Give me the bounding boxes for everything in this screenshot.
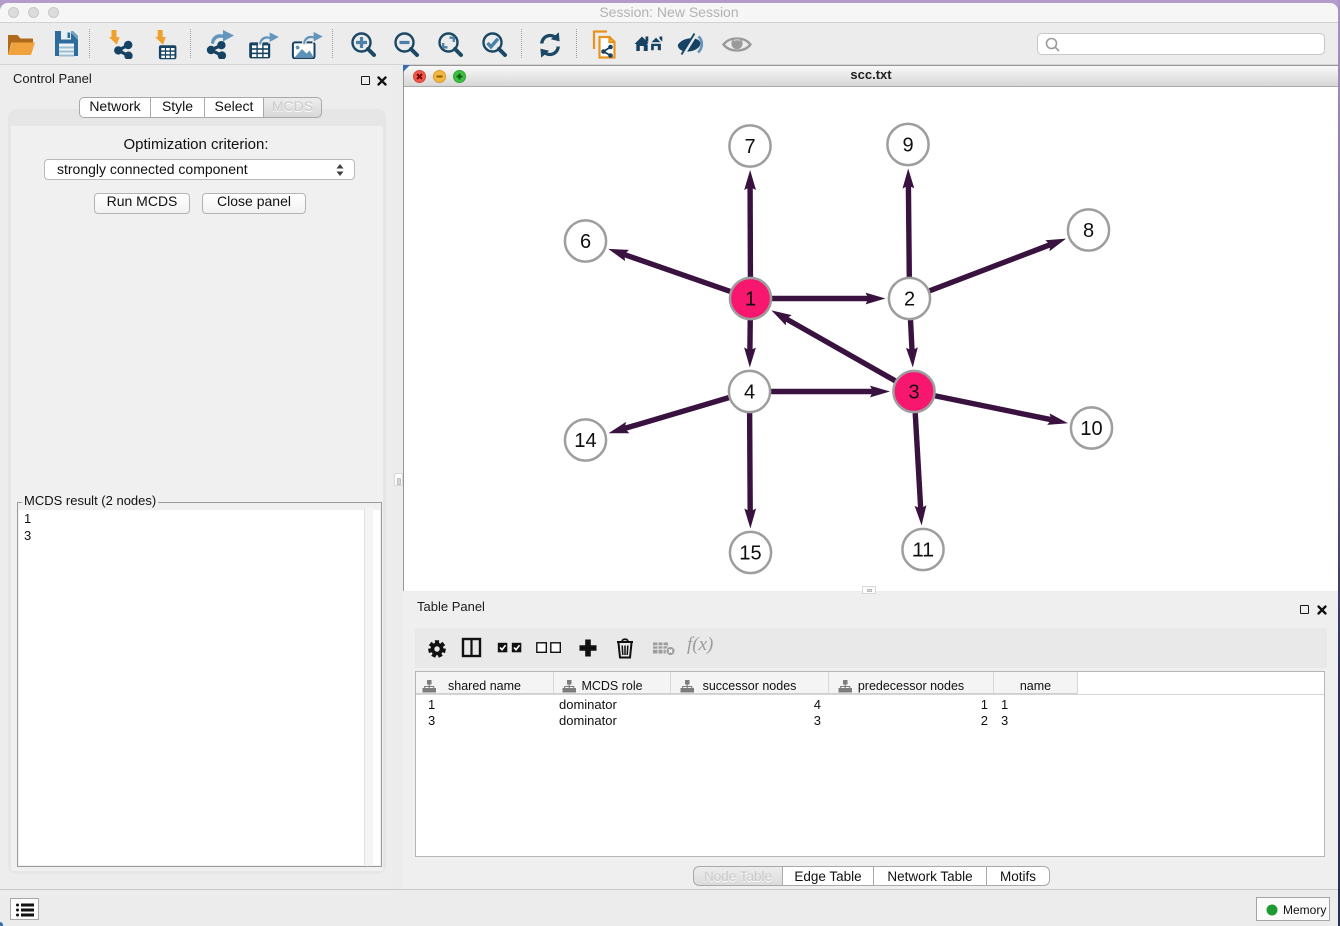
svg-text:7: 7 (744, 136, 755, 158)
svg-text:14: 14 (574, 430, 596, 452)
svg-text:8: 8 (1083, 220, 1094, 242)
svg-text:2: 2 (904, 289, 915, 311)
svg-text:11: 11 (913, 540, 934, 562)
svg-text:3: 3 (908, 382, 919, 404)
svg-text:9: 9 (902, 135, 913, 157)
svg-text:4: 4 (744, 382, 755, 404)
svg-text:6: 6 (580, 231, 591, 253)
svg-text:15: 15 (739, 543, 761, 565)
svg-text:10: 10 (1080, 418, 1102, 440)
svg-text:1: 1 (745, 289, 756, 311)
